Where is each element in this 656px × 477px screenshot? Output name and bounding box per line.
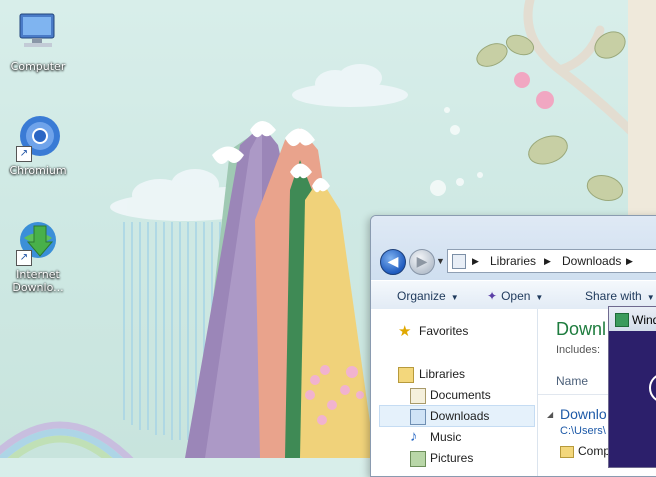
shortcut-arrow-icon: ↗ (16, 250, 32, 266)
nav-item-documents[interactable]: Documents (371, 385, 537, 405)
share-with-label: Share with (585, 289, 642, 303)
window-app-icon (615, 313, 629, 327)
navigation-pane: ★ Favorites Libraries Documents Download… (371, 309, 538, 476)
nav-item-downloads[interactable]: Downloads (379, 405, 535, 427)
breadcrumb-downloads[interactable]: Downloads (562, 254, 621, 268)
nav-item-label: Downloads (430, 409, 490, 423)
open-button[interactable]: ✦ Open ▼ (487, 289, 543, 303)
group-path[interactable]: C:\Users\ (560, 425, 606, 437)
desktop-icon-label-line2: Downlo... (12, 281, 64, 294)
pictures-icon (410, 451, 426, 467)
desktop-icon-label-line1: Internet (16, 268, 60, 281)
star-icon: ★ (398, 323, 412, 340)
nav-item-label: Favorites (419, 324, 469, 338)
breadcrumb-separator-icon: ▶ (472, 256, 479, 266)
nav-item-label: Pictures (430, 451, 474, 465)
desktop-icon-internet-download-manager[interactable]: ↗ Internet Downlo... (6, 218, 70, 294)
chevron-down-icon: ▼ (450, 293, 459, 302)
chromium-icon: ↗ (14, 114, 62, 162)
download-manager-icon: ↗ (14, 218, 62, 266)
shortcut-arrow-icon: ↗ (16, 146, 32, 162)
collapse-arrow-icon[interactable]: ◢ (547, 410, 553, 419)
share-with-button[interactable]: Share with ▼ (585, 289, 655, 303)
column-header-name[interactable]: Name (556, 374, 588, 388)
desktop-icon-computer[interactable]: Computer (6, 10, 70, 73)
loading-circle-icon (649, 373, 656, 403)
desktop-icon-chromium[interactable]: ↗ Chromium (6, 114, 70, 177)
address-bar[interactable]: ▶ Libraries ▶ Downloads ▶ (447, 249, 656, 273)
forward-arrow-icon: ▶ (416, 253, 428, 269)
group-header[interactable]: Downlo (560, 406, 607, 422)
open-label: Open (501, 289, 531, 303)
organize-label: Organize (397, 289, 446, 303)
libraries-icon (398, 367, 414, 383)
documents-icon (410, 388, 426, 404)
computer-icon (14, 10, 62, 58)
nav-item-pictures[interactable]: Pictures (371, 448, 537, 468)
organize-button[interactable]: Organize ▼ (397, 289, 459, 303)
overlay-window-title: Wind (632, 313, 656, 327)
library-title: Downl (556, 319, 607, 339)
list-item[interactable]: Comp (560, 444, 610, 458)
breadcrumb-separator-icon: ▶ (544, 256, 551, 266)
music-note-icon: ♪ (410, 428, 418, 445)
nav-item-music[interactable]: ♪ Music (371, 427, 537, 447)
chevron-down-icon: ▼ (646, 293, 655, 302)
recent-pages-dropdown[interactable]: ▼ (436, 256, 445, 266)
folder-icon (560, 445, 574, 458)
back-arrow-icon: ◀ (387, 253, 399, 269)
open-app-icon: ✦ (487, 289, 498, 303)
nav-item-label: Documents (430, 388, 491, 402)
overlay-window[interactable]: Wind (608, 306, 656, 468)
nav-item-favorites[interactable]: ★ Favorites (371, 321, 537, 341)
overlay-titlebar[interactable]: Wind (609, 307, 656, 331)
breadcrumb-separator-icon: ▶ (626, 256, 633, 266)
nav-item-libraries[interactable]: Libraries (371, 364, 537, 384)
forward-button[interactable]: ▶ (409, 249, 435, 275)
library-icon (452, 254, 466, 269)
nav-item-label: Music (430, 430, 462, 444)
downloads-icon (410, 409, 426, 425)
desktop-icon-label: Chromium (9, 164, 67, 177)
includes-label: Includes: (556, 344, 601, 356)
list-item-label: Comp (578, 444, 611, 458)
desktop-icon-label: Computer (10, 60, 66, 73)
chevron-down-icon: ▼ (535, 293, 544, 302)
breadcrumb-libraries[interactable]: Libraries (490, 254, 536, 268)
back-button[interactable]: ◀ (380, 249, 406, 275)
nav-item-label: Libraries (419, 367, 466, 381)
